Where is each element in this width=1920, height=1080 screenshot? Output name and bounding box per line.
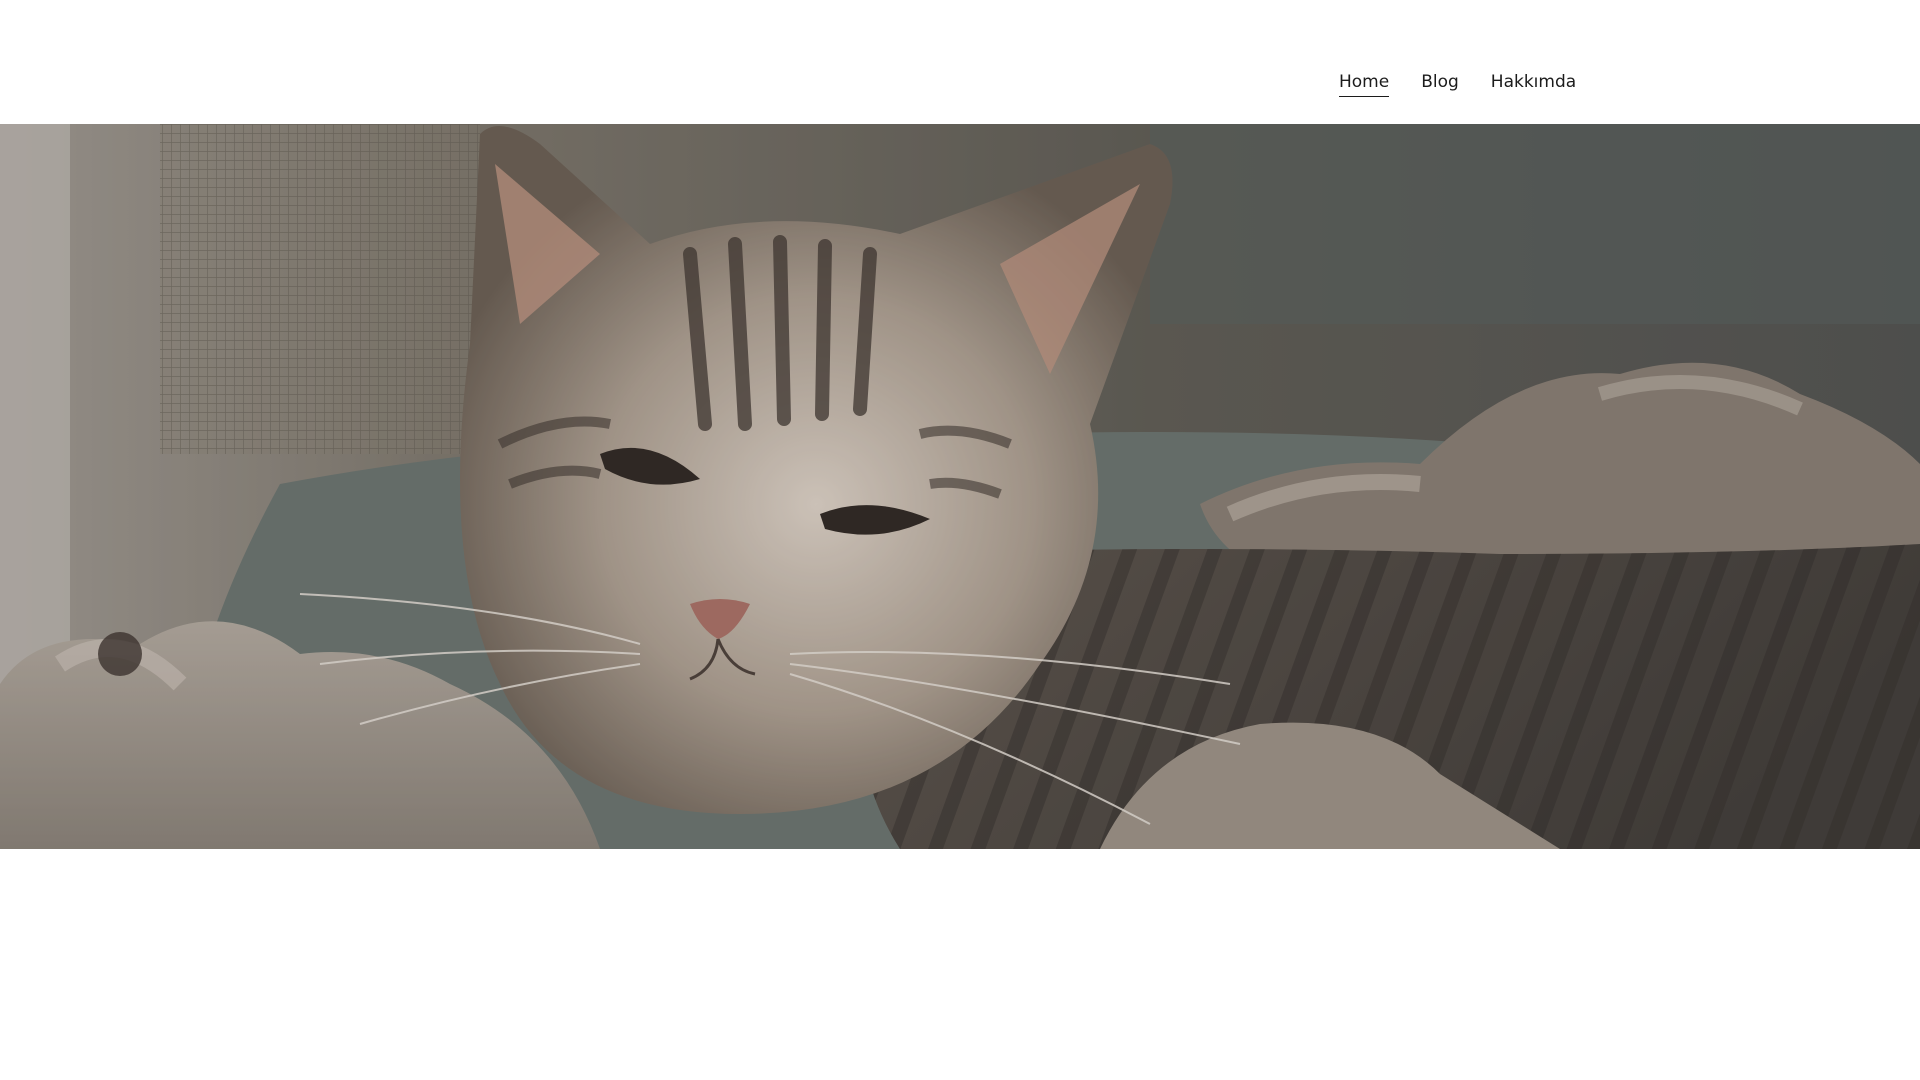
site-header: Home Blog Hakkımda — [0, 0, 1920, 124]
hero-cat-image — [0, 124, 1920, 849]
page-body — [0, 849, 1920, 1080]
main-nav: Home Blog Hakkımda — [1339, 70, 1576, 97]
nav-link-blog[interactable]: Blog — [1421, 70, 1459, 97]
hero-banner — [0, 124, 1920, 849]
nav-link-home[interactable]: Home — [1339, 70, 1390, 97]
nav-link-about[interactable]: Hakkımda — [1491, 70, 1576, 97]
